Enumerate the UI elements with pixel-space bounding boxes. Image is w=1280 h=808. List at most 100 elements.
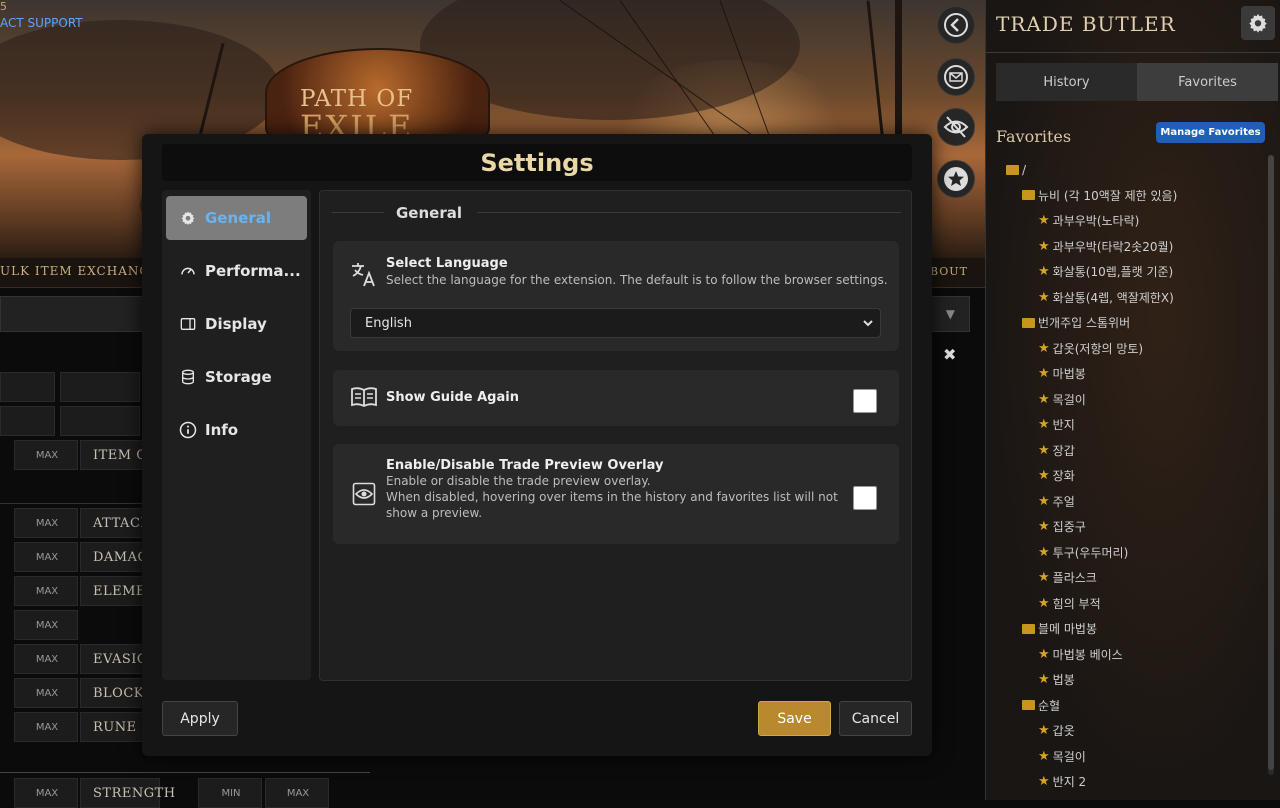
close-icon[interactable]: ✖	[943, 345, 956, 364]
folder-icon	[1022, 318, 1035, 328]
tree-item[interactable]: ★마법봉 베이스	[1006, 642, 1177, 668]
max-input[interactable]: MAX	[14, 712, 78, 742]
tree-item[interactable]: ★투구(우두머리)	[1006, 540, 1177, 566]
nav-about[interactable]: BOUT	[930, 265, 968, 278]
modal-title: Settings	[162, 144, 912, 181]
tree-item[interactable]: ★과부우박(타락2솟20퀄)	[1006, 234, 1177, 260]
sidebar-item-performance[interactable]: Performa...	[166, 249, 307, 293]
manage-favorites-button[interactable]: Manage Favorites	[1156, 122, 1265, 143]
filter-box[interactable]	[60, 372, 140, 402]
sidebar-item-general[interactable]: General	[166, 196, 307, 240]
tab-history[interactable]: History	[996, 63, 1137, 101]
tree-label: 과부우박(타락2솟20퀄)	[1053, 238, 1174, 255]
star-icon: ★	[1038, 494, 1050, 509]
star-icon: ★	[1038, 723, 1050, 738]
filter-box[interactable]	[0, 406, 55, 436]
overlay-card: Enable/Disable Trade Preview Overlay Ena…	[333, 444, 899, 544]
star-icon: ★	[1038, 290, 1050, 305]
tree-folder[interactable]: 블메 마법봉	[1006, 616, 1177, 642]
tree-item[interactable]: ★장갑	[1006, 438, 1177, 464]
tree-label: 화살통(10렙,플랫 기준)	[1053, 263, 1174, 280]
sidebar-item-display[interactable]: Display	[166, 302, 307, 346]
settings-button[interactable]	[1241, 6, 1275, 40]
max-input[interactable]: MAX	[14, 778, 78, 808]
tree-label: 과부우박(노타락)	[1053, 212, 1140, 229]
sidebar-item-label: Info	[205, 421, 238, 439]
chevron-down-icon	[862, 317, 874, 333]
max-input[interactable]: MAX	[14, 508, 78, 538]
display-icon	[179, 315, 197, 333]
overlay-checkbox[interactable]	[853, 486, 877, 510]
filter-box[interactable]	[0, 372, 55, 402]
tree-folder[interactable]: 순혈	[1006, 693, 1177, 719]
tree-item[interactable]: ★화살통(10렙,플랫 기준)	[1006, 259, 1177, 285]
eye-icon	[352, 482, 376, 510]
max-input[interactable]: MAX	[14, 644, 78, 674]
tree-item[interactable]: ★과부우박(노타락)	[1006, 208, 1177, 234]
tree-item[interactable]: ★화살통(4렙, 액잘제한X)	[1006, 285, 1177, 311]
tree-item[interactable]: ★플라스크	[1006, 565, 1177, 591]
tree-item[interactable]: ★집중구	[1006, 514, 1177, 540]
max-input[interactable]: MAX	[14, 440, 78, 470]
tree-item[interactable]: ★힘의 부적	[1006, 591, 1177, 617]
tree-item[interactable]: ★장화	[1006, 463, 1177, 489]
tree-folder[interactable]: 번개주입 스톰위버	[1006, 310, 1177, 336]
tree-folder[interactable]: 뉴비 (각 10액잘 제한 있음)	[1006, 183, 1177, 209]
star-icon: ★	[1038, 774, 1050, 789]
language-card: Select Language Select the language for …	[333, 241, 899, 351]
settings-sidebar: General Performa... Display Storage Info	[162, 190, 311, 680]
sidebar-item-label: Storage	[205, 368, 272, 386]
apply-button[interactable]: Apply	[162, 701, 238, 736]
eye-off-icon[interactable]	[937, 108, 975, 146]
favorites-tree: /뉴비 (각 10액잘 제한 있음)★과부우박(노타락)★과부우박(타락2솟20…	[1006, 157, 1177, 800]
range-input[interactable]: MIN	[198, 778, 262, 808]
max-input[interactable]: MAX	[14, 542, 78, 572]
tree-item[interactable]: ★장갑	[1006, 795, 1177, 801]
save-button[interactable]: Save	[758, 701, 831, 736]
tree-label: 갑옷(저항의 망토)	[1053, 340, 1143, 357]
star-icon: ★	[1038, 417, 1050, 432]
tree-item[interactable]: ★반지	[1006, 412, 1177, 438]
tree-item[interactable]: ★마법봉	[1006, 361, 1177, 387]
tree-item[interactable]: ★반지 2	[1006, 769, 1177, 795]
tree-label: 투구(우두머리)	[1053, 544, 1129, 561]
star-icon: ★	[1038, 468, 1050, 483]
nav-bulk-exchange[interactable]: ULK ITEM EXCHANGE	[0, 264, 160, 278]
sidebar-item-info[interactable]: Info	[166, 408, 307, 452]
back-arrow-icon[interactable]	[937, 6, 975, 44]
folder-icon	[1022, 190, 1035, 200]
language-select[interactable]: English	[350, 308, 881, 338]
max-input[interactable]: MAX	[14, 678, 78, 708]
star-icon[interactable]	[937, 160, 975, 198]
max-input[interactable]: MAX	[14, 610, 78, 640]
support-link[interactable]: ACT SUPPORT	[0, 16, 83, 30]
guide-checkbox[interactable]	[853, 389, 877, 413]
support-block: 5 ACT SUPPORT	[0, 0, 83, 30]
tree-label: 목걸이	[1053, 748, 1086, 765]
tree-item[interactable]: ★주얼	[1006, 489, 1177, 515]
tree-item[interactable]: ★갑옷	[1006, 718, 1177, 744]
range-input[interactable]: MAX	[265, 778, 329, 808]
settings-modal: Settings General Performa... Display Sto…	[142, 134, 932, 756]
tree-folder[interactable]: /	[1006, 157, 1177, 183]
tab-favorites[interactable]: Favorites	[1137, 63, 1278, 101]
tree-item[interactable]: ★갑옷(저항의 망토)	[1006, 336, 1177, 362]
max-input[interactable]: MAX	[14, 576, 78, 606]
tree-item[interactable]: ★목걸이	[1006, 744, 1177, 770]
book-icon	[350, 386, 378, 412]
tree-item[interactable]: ★법봉	[1006, 667, 1177, 693]
filter-label: BLOCK	[93, 686, 144, 701]
filter-box[interactable]	[60, 406, 140, 436]
star-icon: ★	[1038, 672, 1050, 687]
cancel-button[interactable]: Cancel	[839, 701, 912, 736]
tree-item[interactable]: ★목걸이	[1006, 387, 1177, 413]
language-value: English	[365, 316, 412, 331]
star-icon: ★	[1038, 545, 1050, 560]
tree-label: 마법봉 베이스	[1053, 646, 1123, 663]
guide-card: Show Guide Again	[333, 370, 899, 426]
scrollbar[interactable]	[1268, 155, 1274, 775]
mail-icon[interactable]	[937, 58, 975, 96]
max-label: MAX	[15, 620, 79, 631]
sidebar-item-storage[interactable]: Storage	[166, 355, 307, 399]
tree-label: 반지	[1053, 416, 1075, 433]
